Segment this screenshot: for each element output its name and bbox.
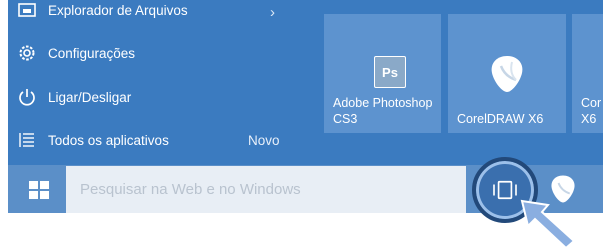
menu-item-label: Explorador de Arquivos	[48, 2, 188, 18]
menu-item-file-explorer[interactable]: Explorador de Arquivos	[16, 0, 188, 22]
menu-item-label: Ligar/Desligar	[48, 89, 132, 105]
coreldraw-icon	[491, 56, 523, 92]
tile-label: Adobe Photoshop CS3	[333, 96, 433, 126]
menu-item-label: Configurações	[48, 45, 136, 61]
chevron-right-icon[interactable]: ›	[270, 4, 275, 21]
tile-label: CorelDRAW X6	[457, 112, 544, 126]
menu-item-label: Todos os aplicativos	[48, 132, 169, 148]
tile-coreldraw-2[interactable]: Cor X6	[572, 14, 603, 133]
menu-item-power[interactable]: Ligar/Desligar	[16, 85, 131, 109]
gear-icon	[16, 42, 38, 64]
photoshop-icon: Ps	[374, 56, 406, 88]
list-icon	[16, 129, 38, 151]
power-icon	[16, 86, 38, 108]
search-placeholder: Pesquisar na Web e no Windows	[80, 181, 301, 198]
task-view-icon	[493, 180, 517, 200]
tile-photoshop[interactable]: Ps Adobe Photoshop CS3	[324, 14, 441, 133]
tile-coreldraw[interactable]: CorelDRAW X6	[448, 14, 566, 133]
new-badge: Novo	[248, 133, 280, 148]
arrow-pointer-icon	[520, 199, 576, 250]
folder-icon	[16, 0, 38, 21]
menu-item-settings[interactable]: Configurações	[16, 41, 135, 65]
tile-label: Cor X6	[581, 96, 602, 126]
menu-item-all-apps[interactable]: Todos os aplicativos	[16, 128, 169, 152]
search-box[interactable]: Pesquisar na Web e no Windows	[66, 166, 466, 213]
windows-icon[interactable]	[28, 180, 50, 200]
